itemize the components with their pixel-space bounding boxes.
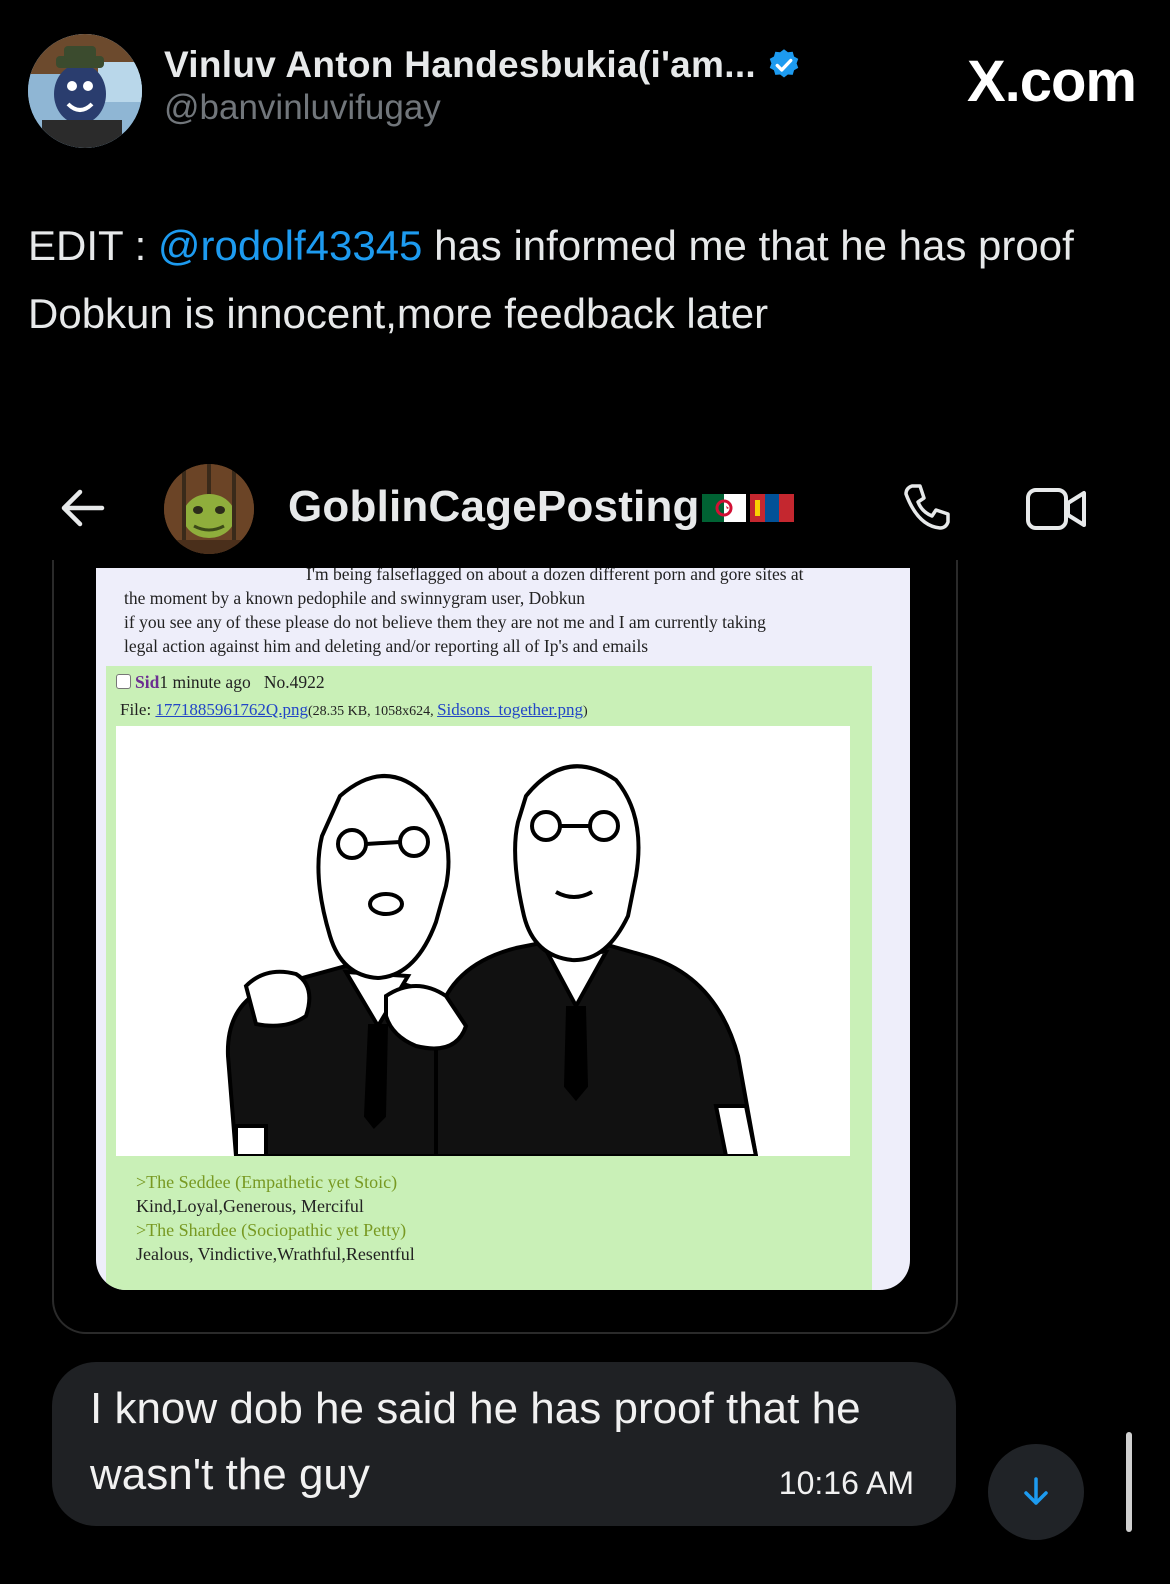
reply-post: Sid1 minute ago No.4922 File: 1771885961…	[106, 666, 872, 1290]
flag-emojis	[702, 494, 794, 522]
poster-name: Sid	[135, 672, 160, 692]
post-text-line: Kind,Loyal,Generous, Merciful	[136, 1196, 364, 1216]
tweet-header: Vinluv Anton Handesbukia(i'am... @banvin…	[28, 32, 1142, 152]
mention-link[interactable]: @rodolf43345	[158, 222, 423, 269]
message-timestamp: 10:16 AM	[778, 1465, 914, 1501]
algeria-flag-icon	[702, 494, 746, 522]
video-camera-icon[interactable]	[1024, 484, 1088, 534]
phone-icon[interactable]	[898, 480, 954, 536]
op-line: the moment by a known pedophile and swin…	[124, 588, 586, 608]
op-line: if you see any of these please do not be…	[124, 612, 766, 632]
scroll-to-bottom-button[interactable]	[988, 1444, 1084, 1540]
arrow-down-icon	[1024, 1477, 1048, 1505]
tweet-text: EDIT : @rodolf43345 has informed me that…	[28, 212, 1138, 348]
post-text-line: Jealous, Vindictive,Wrathful,Resentful	[136, 1244, 415, 1264]
received-message-bubble[interactable]: I know dob he said he has proof that he …	[52, 1362, 956, 1526]
file-label: File:	[120, 700, 156, 719]
wojak-drawing	[116, 726, 850, 1158]
display-name[interactable]: Vinluv Anton Handesbukia(i'am...	[164, 44, 756, 86]
user-handle[interactable]: @banvinluvifugay	[164, 88, 802, 128]
greentext-line: >The Shardee (Sociopathic yet Petty)	[136, 1220, 407, 1240]
file-link: 1771885961762Q.png	[155, 700, 308, 719]
greentext-block: >The Seddee (Empathetic yet Stoic) Kind,…	[136, 1170, 415, 1266]
scrollbar[interactable]	[1126, 1432, 1132, 1532]
post-number: No.4922	[263, 672, 325, 692]
contact-avatar[interactable]	[164, 464, 254, 554]
attached-image[interactable]: I'm being falseflagged on about a dozen …	[96, 568, 910, 1290]
file-info: File: 1771885961762Q.png(28.35 KB, 1058x…	[120, 700, 588, 720]
post-time: 1 minute ago	[159, 672, 251, 692]
back-arrow-icon[interactable]	[56, 482, 108, 534]
contact-name[interactable]: GoblinCagePosting	[288, 482, 700, 532]
original-filename-link: Sidsons_together.png	[437, 700, 583, 719]
op-post-text: I'm being falseflagged on about a dozen …	[124, 568, 884, 658]
mongolia-flag-icon	[750, 494, 794, 522]
reply-header: Sid1 minute ago No.4922	[116, 672, 325, 693]
tweet-text-prefix: EDIT :	[28, 222, 158, 269]
verified-badge-icon	[769, 49, 799, 78]
op-line: I'm being falseflagged on about a dozen …	[306, 568, 804, 584]
post-checkbox	[116, 674, 131, 689]
x-logo: X.com	[966, 49, 1137, 114]
file-meta: (28.35 KB, 1058x624,	[307, 704, 438, 719]
author-info[interactable]: Vinluv Anton Handesbukia(i'am... @banvin…	[164, 44, 802, 128]
author-avatar[interactable]	[28, 34, 142, 148]
op-line: legal action against him and deleting an…	[124, 636, 649, 656]
greentext-line: >The Seddee (Empathetic yet Stoic)	[136, 1172, 398, 1192]
chat-header: GoblinCagePosting	[0, 460, 1170, 560]
file-meta-close: )	[583, 704, 588, 719]
